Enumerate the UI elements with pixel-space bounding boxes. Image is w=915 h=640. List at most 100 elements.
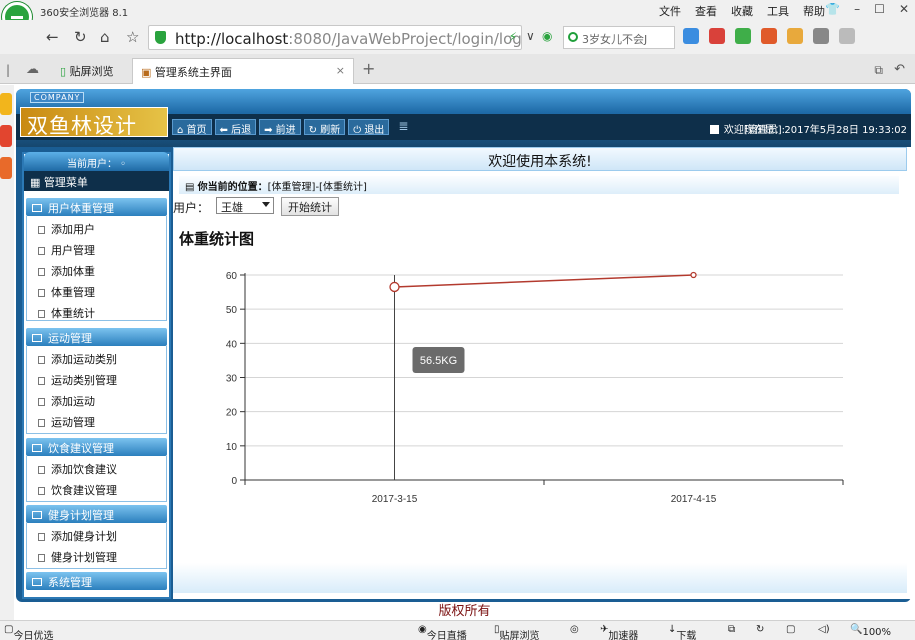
- menu-favorites[interactable]: 收藏: [731, 3, 753, 19]
- menu-item-add-user[interactable]: 添加用户: [38, 221, 95, 237]
- menu-title-bar: ▦ 管理菜单: [24, 171, 169, 191]
- menu-item-weight-management[interactable]: 体重管理: [38, 284, 95, 300]
- group-exercise-management[interactable]: 运动管理: [26, 328, 167, 346]
- nav-forward-button[interactable]: ➡ 前进: [259, 119, 301, 136]
- nav-refresh-button[interactable]: ↻ 刷新: [303, 119, 346, 136]
- breadcrumb: ▤ 你当前的位置：[体重管理]-[体重统计]: [179, 176, 899, 194]
- doc-icon: [38, 377, 45, 385]
- money-icon[interactable]: [735, 28, 751, 44]
- menu-item-fitness-plan-management[interactable]: 健身计划管理: [38, 549, 117, 565]
- status-live[interactable]: ◉ 今日直播: [418, 624, 467, 640]
- search-text: 3岁女儿不会J: [582, 33, 648, 46]
- lightning-icon[interactable]: ⚡: [509, 30, 517, 44]
- tab-close-icon[interactable]: ×: [336, 64, 345, 77]
- menu-item-add-exercise[interactable]: 添加运动: [38, 393, 95, 409]
- menu-item-diet-advice-management[interactable]: 饮食建议管理: [38, 482, 117, 498]
- maximize-button[interactable]: ☐: [874, 2, 885, 16]
- globe-icon[interactable]: ◎: [570, 624, 579, 635]
- menu-item-add-fitness-plan[interactable]: 添加健身计划: [38, 528, 117, 544]
- cloud-icon[interactable]: ☁: [26, 62, 39, 77]
- status-download[interactable]: ↓ 下载: [668, 624, 696, 640]
- security-shield-icon: [155, 31, 166, 44]
- tab-screen-browse[interactable]: ▯ 贴屏浏览: [52, 58, 124, 84]
- menu-lines-icon[interactable]: |: [6, 63, 10, 77]
- group-system-management[interactable]: 系统管理: [26, 572, 167, 590]
- volume-icon[interactable]: ◁): [818, 624, 830, 635]
- current-user-bar: 当前用户： ◦: [24, 152, 169, 171]
- doc-icon: [38, 398, 45, 406]
- menu-item-add-diet-advice[interactable]: 添加饮食建议: [38, 461, 117, 477]
- refresh-icon[interactable]: ↻: [756, 624, 764, 635]
- chevron-down-icon[interactable]: ∨: [526, 29, 535, 43]
- doc-icon: [38, 487, 45, 495]
- menu-item-add-weight[interactable]: 添加体重: [38, 263, 95, 279]
- group-icon: [32, 578, 42, 586]
- dropdown-arrow-icon: [262, 202, 270, 207]
- screenshot-icon[interactable]: [787, 28, 803, 44]
- tab-admin-main[interactable]: ▣ 管理系统主界面 ×: [132, 58, 354, 84]
- content-area: 用户： 王雄 开始统计 体重统计图 0 10 20 30 40 50 60 2017-3-15…: [173, 195, 907, 593]
- url-input[interactable]: http://localhost:8080/JavaWebProject/log…: [148, 25, 522, 50]
- weibo-icon[interactable]: [0, 125, 12, 147]
- nav-back-button[interactable]: ⬅ 后退: [214, 119, 257, 136]
- chart-footer: [173, 563, 907, 593]
- browser-sidebar: [0, 85, 14, 620]
- tab-list-icon[interactable]: ⧉: [874, 63, 883, 78]
- doc-icon: [38, 554, 45, 562]
- address-toolbar: ← ↻ ⌂ ☆ http://localhost:8080/JavaWebPro…: [0, 20, 915, 54]
- menu-item-weight-statistics[interactable]: 体重统计: [38, 305, 95, 321]
- nav-logout-button[interactable]: ⏻ 退出: [348, 119, 390, 136]
- menu-help[interactable]: 帮助: [803, 3, 825, 19]
- group-icon: [32, 204, 42, 212]
- apps-icon[interactable]: [683, 28, 699, 44]
- user-select-value: 王雄: [221, 201, 243, 214]
- menu-item-exercise-type-management[interactable]: 运动类别管理: [38, 372, 117, 388]
- web-page: COMPANY ⌂ 首页 ⬅ 后退 ➡ 前进 ↻ 刷新 ⏻ 退出 ≣ 欢迎[管理…: [14, 85, 915, 620]
- doc-icon: [38, 247, 45, 255]
- close-window-button[interactable]: ✕: [899, 2, 909, 16]
- search-input[interactable]: 3岁女儿不会J: [563, 26, 675, 49]
- new-tab-icon[interactable]: +: [362, 59, 375, 78]
- favorites-star-icon[interactable]: [0, 93, 12, 115]
- menu-file[interactable]: 文件: [659, 3, 681, 19]
- extension-icons: [683, 28, 855, 44]
- menu-item-user-management[interactable]: 用户管理: [38, 242, 95, 258]
- brand-logo: 双鱼林设计: [20, 107, 168, 138]
- nav-home-button[interactable]: ⌂ 首页: [172, 119, 212, 136]
- status-today-picks[interactable]: ▢ 今日优选: [4, 624, 53, 640]
- url-text: http://localhost:8080/JavaWebProject/log…: [175, 30, 522, 48]
- zoom-level[interactable]: 🔍 100%: [850, 624, 891, 638]
- home-icon[interactable]: ⌂: [100, 28, 110, 46]
- copy-icon[interactable]: ⧉: [728, 624, 735, 635]
- back-arrow-icon[interactable]: ←: [46, 28, 59, 46]
- shirt-icon[interactable]: 👕: [825, 2, 840, 16]
- menu-item-exercise-management[interactable]: 运动管理: [38, 414, 95, 430]
- menu-item-add-exercise-type[interactable]: 添加运动类别: [38, 351, 117, 367]
- status-accelerator[interactable]: ✈ 加速器: [600, 624, 638, 640]
- translate-icon[interactable]: [761, 28, 777, 44]
- status-screen-browse[interactable]: ▯ 贴屏浏览: [494, 624, 540, 640]
- y-tick-label: 50: [226, 305, 238, 316]
- group-fitness-plan-management[interactable]: 健身计划管理: [26, 505, 167, 523]
- phone-icon: ▯: [60, 65, 67, 78]
- window-icon[interactable]: ▢: [786, 624, 795, 635]
- mail-icon[interactable]: [709, 28, 725, 44]
- group-weight-management[interactable]: 用户体重管理: [26, 198, 167, 216]
- game-icon[interactable]: [813, 28, 829, 44]
- undo-icon[interactable]: ↶: [894, 62, 905, 77]
- app-icon[interactable]: [0, 157, 12, 179]
- start-statistics-button[interactable]: 开始统计: [281, 197, 339, 216]
- menu-tools[interactable]: 工具: [767, 3, 789, 19]
- minimize-button[interactable]: –: [854, 2, 860, 16]
- search-engine-icon[interactable]: ◉: [542, 29, 552, 43]
- reload-icon[interactable]: ↻: [74, 28, 87, 46]
- chart-title: 体重统计图: [179, 230, 255, 248]
- doc-icon: [38, 533, 45, 541]
- current-datetime: 现在是：2017年5月28日 19:33:02: [744, 125, 907, 136]
- user-select[interactable]: 王雄: [216, 197, 274, 214]
- group-diet-advice-management[interactable]: 饮食建议管理: [26, 438, 167, 456]
- doc-icon: [38, 419, 45, 427]
- menu-view[interactable]: 查看: [695, 3, 717, 19]
- more-icon[interactable]: [839, 28, 855, 44]
- star-icon[interactable]: ☆: [126, 28, 139, 46]
